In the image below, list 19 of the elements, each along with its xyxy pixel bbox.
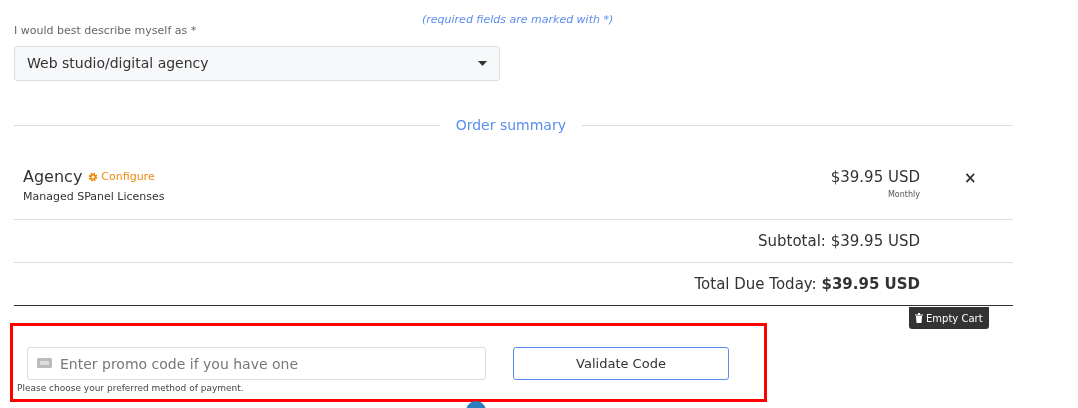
caret-icon (478, 61, 487, 66)
field-label: I would best describe myself as * (14, 25, 198, 37)
billing-cycle: Monthly (887, 189, 920, 201)
gear-icon (88, 172, 99, 182)
remove-button[interactable]: × (964, 171, 977, 185)
product-name: Agency (23, 167, 83, 187)
payment-hint: Please choose your preferred method of payment. (16, 382, 245, 395)
validate-code-button[interactable]: Validate Code (513, 347, 729, 380)
trash-icon (915, 313, 923, 323)
ticket-icon (37, 358, 52, 368)
promo-code-field[interactable]: Enter promo code if you have one (27, 347, 486, 380)
total-due: Total Due Today: $39.95 USD (694, 273, 920, 295)
empty-cart-button[interactable]: Empty Cart (909, 307, 989, 329)
subtotal: Subtotal: $39.95 USD (758, 230, 920, 252)
product-group: Managed SPanel Licenses (23, 189, 831, 206)
required-note: (required fields are marked with *) (422, 12, 614, 28)
section-title: Order summary (454, 115, 567, 135)
select-field[interactable]: Web studio/digital agency (14, 46, 500, 81)
item-price: $39.95 USD (830, 167, 920, 187)
